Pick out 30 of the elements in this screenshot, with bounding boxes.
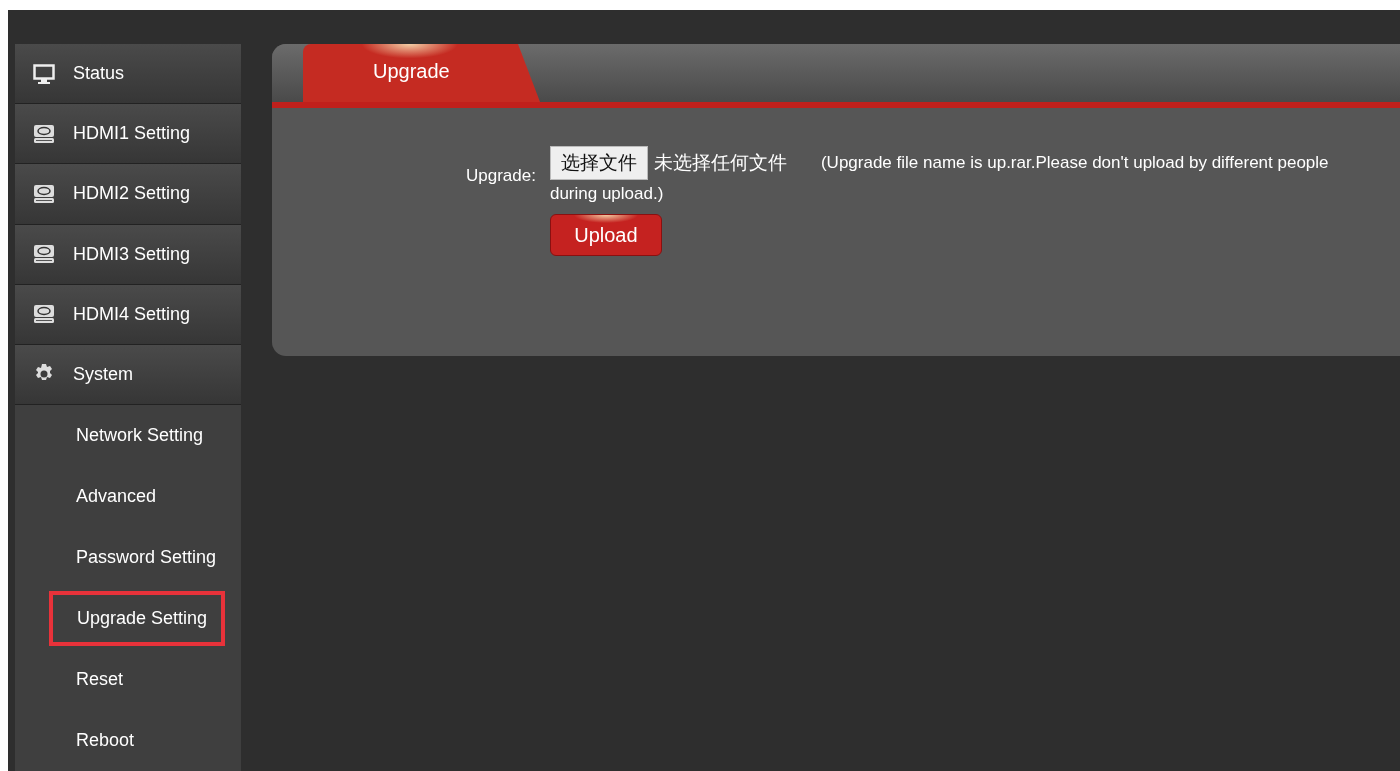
upload-button[interactable]: Upload [549,214,662,256]
tab[interactable]: Upgrade [303,44,540,102]
disk-drive-icon [33,244,55,265]
sidebar-item[interactable]: Status [15,44,241,105]
highlighted-submenu-item[interactable]: Upgrade Setting [49,591,226,647]
submenu-item[interactable]: Advanced [76,486,157,508]
sidebar-item-label: HDMI3 Setting [73,243,191,265]
sidebar-item-label: HDMI2 Setting [73,183,191,205]
sidebar-item-label: HDMI1 Setting [73,123,191,145]
sidebar-item-label: System [73,363,133,385]
submenu-item[interactable]: Reset [76,669,124,691]
sidebar-item[interactable]: System [15,344,241,406]
sidebar-item[interactable]: HDMI4 Setting [15,284,241,345]
sidebar-item[interactable]: HDMI1 Setting [15,104,241,165]
sidebar-item[interactable]: HDMI2 Setting [15,164,241,225]
field-label: Upgrade: [466,166,536,187]
sidebar-item-label: HDMI4 Setting [73,303,191,325]
sidebar-item[interactable]: HDMI3 Setting [15,224,241,285]
sidebar-item-label: Status [73,63,125,85]
hint-text: during upload.) [549,184,664,204]
disk-drive-icon [33,123,55,144]
hint-text: (Upgrade file name is up.rar.Please don't upload by different people [820,153,1329,173]
submenu-item[interactable]: Password Setting [76,547,217,569]
monitor-icon [33,63,55,84]
submenu-item[interactable]: Network Setting [76,425,204,447]
file-status-text: 未选择任何文件 [653,151,787,175]
disk-drive-icon [33,304,55,325]
submenu-item[interactable]: Reboot [76,730,135,752]
choose-file-button[interactable]: 选择文件 [549,146,648,180]
disk-drive-icon [33,183,55,204]
